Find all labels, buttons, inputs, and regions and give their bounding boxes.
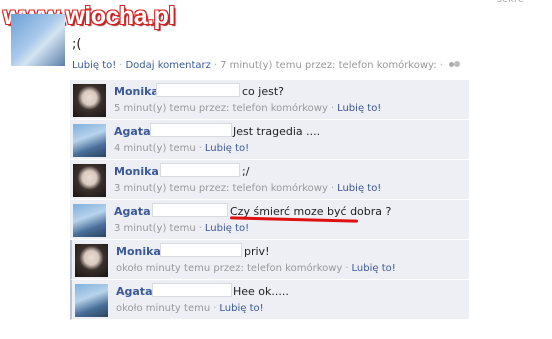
comment-text: priv! bbox=[244, 245, 270, 258]
separator-dot: · bbox=[198, 143, 202, 154]
separator-dot: · bbox=[330, 183, 335, 194]
commenter-name-link[interactable]: Agata bbox=[116, 285, 153, 298]
redacted-surname bbox=[156, 83, 240, 97]
status-meta: Lubię to! · Dodaj komentarz · 7 minut(y) tem… bbox=[72, 60, 461, 71]
comment-timestamp: 5 minut(y) temu przez: telefon komórkowy bbox=[114, 103, 328, 114]
commenter-name-link[interactable]: Agata bbox=[114, 125, 151, 138]
comment-meta: 3 minut(y) temu · Lubię to! bbox=[114, 223, 249, 234]
separator-dot: · bbox=[213, 303, 217, 314]
comment-item: Monika priv! około minuty temu przez: te… bbox=[70, 240, 469, 280]
separator-dot: · bbox=[119, 60, 123, 71]
commenter-avatar[interactable] bbox=[73, 84, 106, 117]
redacted-surname bbox=[152, 203, 228, 217]
commenter-avatar[interactable] bbox=[73, 204, 106, 237]
comment-text: ;/ bbox=[242, 165, 250, 178]
comment-text: co jest? bbox=[242, 85, 284, 98]
status-timestamp: 7 minut(y) temu przez: telefon komórkowy… bbox=[220, 60, 437, 71]
status-like-link[interactable]: Lubię to! bbox=[72, 60, 116, 71]
commenter-avatar[interactable] bbox=[75, 284, 108, 317]
comment-timestamp: około minuty temu bbox=[116, 303, 211, 314]
cropped-top-text: sekre bbox=[497, 0, 524, 5]
redacted-surname bbox=[160, 163, 240, 177]
comment-timestamp: około minuty temu przez: telefon komórko… bbox=[116, 263, 343, 274]
redacted-surname bbox=[150, 123, 232, 137]
separator-dot: · bbox=[330, 103, 335, 114]
comment-meta: około minuty temu przez: telefon komórko… bbox=[116, 263, 396, 274]
comment-meta: 5 minut(y) temu przez: telefon komórkowy… bbox=[114, 103, 381, 114]
commenter-name-link[interactable]: Monika bbox=[114, 165, 159, 178]
comment-list: Monika co jest? 5 minut(y) temu przez: t… bbox=[70, 80, 469, 320]
comment-like-link[interactable]: Lubię to! bbox=[352, 263, 396, 274]
commenter-name-link[interactable]: Monika bbox=[116, 245, 161, 258]
commenter-name-link[interactable]: Monika bbox=[114, 85, 159, 98]
commenter-avatar[interactable] bbox=[73, 164, 106, 197]
comment-text: Hee ok..... bbox=[233, 285, 289, 298]
commenter-name-link[interactable]: Agata bbox=[114, 205, 151, 218]
comment-timestamp: 3 minut(y) temu przez: telefon komórkowy bbox=[114, 183, 328, 194]
comment-timestamp: 4 minut(y) temu bbox=[114, 143, 196, 154]
status-author-avatar[interactable] bbox=[11, 14, 65, 66]
comment-like-link[interactable]: Lubię to! bbox=[205, 143, 249, 154]
redacted-surname bbox=[160, 243, 242, 257]
comment-like-link[interactable]: Lubię to! bbox=[219, 303, 263, 314]
comment-item: Agata Jest tragedia .... 4 minut(y) temu… bbox=[70, 120, 469, 160]
comment-item: Monika ;/ 3 minut(y) temu przez: telefon… bbox=[70, 160, 469, 200]
add-comment-link[interactable]: Dodaj komentarz bbox=[125, 60, 210, 71]
commenter-avatar[interactable] bbox=[75, 244, 108, 277]
separator-dot: · bbox=[345, 263, 349, 274]
comment-like-link[interactable]: Lubię to! bbox=[337, 103, 381, 114]
comment-like-link[interactable]: Lubię to! bbox=[205, 223, 249, 234]
comment-meta: 4 minut(y) temu · Lubię to! bbox=[114, 143, 249, 154]
comment-meta: około minuty temu · Lubię to! bbox=[116, 303, 264, 314]
comment-text: Jest tragedia .... bbox=[233, 125, 321, 138]
status-text: ;( bbox=[72, 37, 82, 52]
friends-privacy-icon[interactable] bbox=[448, 60, 461, 70]
separator-dot: · bbox=[198, 223, 202, 234]
commenter-avatar[interactable] bbox=[73, 124, 106, 157]
separator-dot: · bbox=[439, 60, 443, 71]
separator-dot: · bbox=[213, 60, 218, 71]
redacted-surname bbox=[152, 283, 232, 297]
comment-item: Agata Hee ok..... około minuty temu · Lubi… bbox=[70, 280, 469, 320]
comment-like-link[interactable]: Lubię to! bbox=[337, 183, 381, 194]
comment-item: Monika co jest? 5 minut(y) temu przez: t… bbox=[70, 80, 469, 120]
comment-item: Agata Czy śmierć moze być dobra ? 3 minu… bbox=[70, 200, 469, 240]
comment-meta: 3 minut(y) temu przez: telefon komórkowy… bbox=[114, 183, 381, 194]
comment-timestamp: 3 minut(y) temu bbox=[114, 223, 196, 234]
